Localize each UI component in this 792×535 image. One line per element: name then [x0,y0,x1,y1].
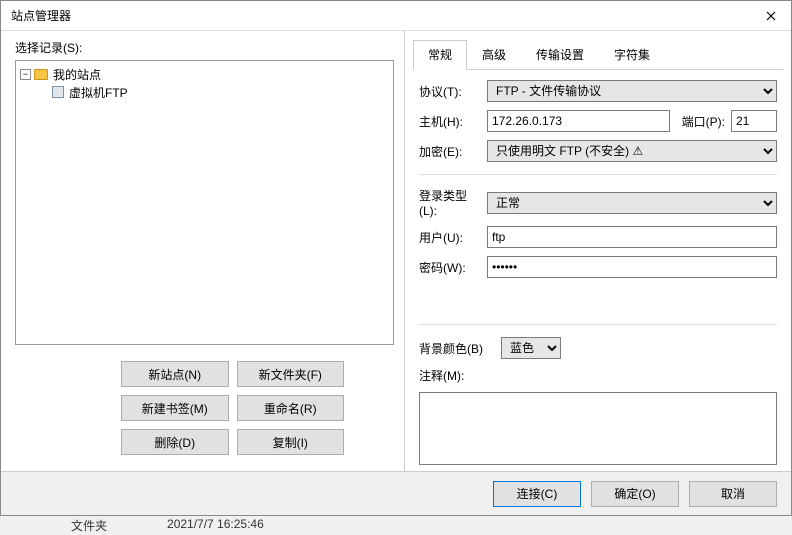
logon-type-select[interactable]: 正常 [487,192,777,214]
separator [419,174,777,175]
new-site-button[interactable]: 新站点(N) [121,361,229,387]
server-icon [52,86,64,98]
close-button[interactable] [751,1,791,31]
new-folder-button[interactable]: 新文件夹(F) [237,361,345,387]
user-label: 用户(U): [419,229,481,246]
user-input[interactable] [487,226,777,248]
connect-button[interactable]: 连接(C) [493,481,581,507]
host-label: 主机(H): [419,113,481,130]
comment-label: 注释(M): [419,367,464,384]
status-col-date: 2021/7/7 16:25:46 [167,517,264,535]
tree-child-row[interactable]: 虚拟机FTP [18,83,391,101]
protocol-label: 协议(T): [419,83,481,100]
tree-child-label: 虚拟机FTP [67,84,130,101]
separator-2 [419,324,777,325]
encryption-select[interactable]: 只使用明文 FTP (不安全) ⚠ [487,140,777,162]
bgcolor-select[interactable]: 蓝色 [501,337,561,359]
copy-button[interactable]: 复制(I) [237,429,345,455]
left-panel: 选择记录(S): − 我的站点 虚拟机FTP 新站点(N) 新文件夹(F) 新建… [1,31,405,471]
site-manager-window: 站点管理器 选择记录(S): − 我的站点 虚拟机FTP 新站点(N) [0,0,792,516]
status-bar: 文件夹 2021/7/7 16:25:46 [1,517,791,535]
cancel-button[interactable]: 取消 [689,481,777,507]
tab-bar: 常规 高级 传输设置 字符集 [413,39,783,70]
new-bookmark-button[interactable]: 新建书签(M) [121,395,229,421]
select-record-label: 选择记录(S): [1,31,404,60]
encryption-label: 加密(E): [419,143,481,160]
port-input[interactable] [731,110,777,132]
password-input[interactable] [487,256,777,278]
window-title: 站点管理器 [11,7,71,24]
tab-transfer[interactable]: 传输设置 [521,40,599,70]
password-label: 密码(W): [419,259,481,276]
collapse-icon[interactable]: − [20,69,31,80]
logon-type-label: 登录类型(L): [419,187,481,218]
left-button-grid: 新站点(N) 新文件夹(F) 新建书签(M) 重命名(R) 删除(D) 复制(I… [1,353,404,471]
tab-general[interactable]: 常规 [413,40,467,70]
right-panel: 常规 高级 传输设置 字符集 协议(T): FTP - 文件传输协议 主机(H)… [405,31,791,471]
bgcolor-label: 背景颜色(B) [419,340,495,357]
ok-button[interactable]: 确定(O) [591,481,679,507]
tree-root-label: 我的站点 [51,66,103,83]
site-tree[interactable]: − 我的站点 虚拟机FTP [15,60,394,345]
folder-icon [34,69,48,80]
general-form: 协议(T): FTP - 文件传输协议 主机(H): 端口(P): 加密(E):… [405,70,791,471]
rename-button[interactable]: 重命名(R) [237,395,345,421]
protocol-select[interactable]: FTP - 文件传输协议 [487,80,777,102]
tab-charset[interactable]: 字符集 [599,40,665,70]
host-input[interactable] [487,110,670,132]
spacer [419,286,777,312]
dialog-body: 选择记录(S): − 我的站点 虚拟机FTP 新站点(N) 新文件夹(F) 新建… [1,31,791,471]
delete-button[interactable]: 删除(D) [121,429,229,455]
close-icon [766,11,776,21]
port-label: 端口(P): [682,113,725,130]
status-col-type: 文件夹 [71,517,107,535]
comment-textarea[interactable] [419,392,777,465]
tab-advanced[interactable]: 高级 [467,40,521,70]
footer: 连接(C) 确定(O) 取消 [1,471,791,515]
tree-root-row[interactable]: − 我的站点 [18,65,391,83]
titlebar: 站点管理器 [1,1,791,31]
